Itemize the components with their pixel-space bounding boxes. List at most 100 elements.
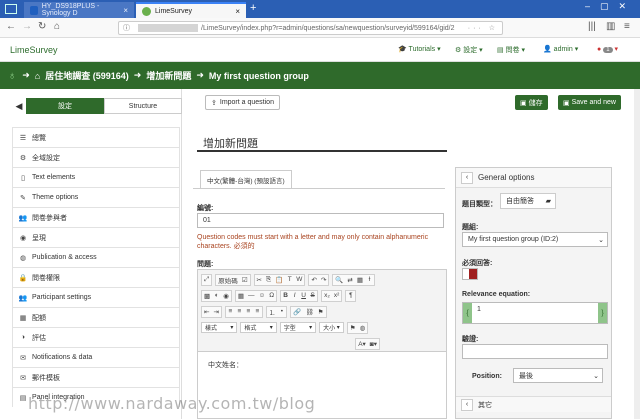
forward-icon[interactable]: → <box>22 21 32 32</box>
media-icon[interactable]: ◉ <box>221 292 231 300</box>
sidebar-item[interactable]: ✉ Notifications & data <box>12 347 180 367</box>
address-bar[interactable]: ⓘ /LimeSurvey/index.php?r=admin/question… <box>118 21 503 35</box>
menu-icon[interactable]: ≡ <box>624 21 630 32</box>
table-icon[interactable]: ▦ <box>236 292 246 300</box>
size-select[interactable]: 大小 ▾ <box>319 322 344 333</box>
text-color-icon[interactable]: A▾ <box>356 340 368 348</box>
back-icon[interactable]: ← <box>6 21 16 32</box>
image-icon[interactable]: ▩ <box>202 292 212 300</box>
home-icon[interactable]: ⌂ <box>35 71 40 81</box>
sidebar-item[interactable]: ◍ Publication & access <box>12 247 180 267</box>
user-menu[interactable]: 👤 admin ▾ <box>543 45 578 53</box>
reload-icon[interactable]: ↻ <box>38 21 46 32</box>
tab-settings[interactable]: 設定 <box>26 98 104 114</box>
other-section-header[interactable]: ‹ 其它 <box>456 396 611 412</box>
flash-icon[interactable]: ◐ <box>212 292 221 299</box>
outdent-icon[interactable]: ⇤ <box>202 308 211 316</box>
align-right-icon[interactable]: ≡ <box>244 308 253 315</box>
close-icon[interactable]: × <box>235 7 240 16</box>
cut-icon[interactable]: ✂ <box>255 276 264 284</box>
find-icon[interactable]: 🔍 <box>333 276 345 284</box>
question-type-button[interactable]: 自由簡答 ▰ <box>500 193 556 209</box>
bg-color-icon[interactable]: ◙▾ <box>368 340 379 348</box>
sidebar-icon[interactable]: ▥ <box>606 21 615 32</box>
strike-icon[interactable]: S <box>308 292 317 299</box>
select-all-icon[interactable]: ▦ <box>355 276 365 284</box>
expression-icon[interactable]: ◍ <box>358 324 368 332</box>
styles-select[interactable]: 樣式 ▾ <box>201 322 238 333</box>
check-icon[interactable]: ☑ <box>240 276 250 284</box>
paste-word-icon[interactable]: W <box>294 276 304 283</box>
link-icon[interactable]: 🔗 <box>291 308 303 316</box>
breadcrumb-survey[interactable]: 居住地調查 (599164) <box>45 69 129 82</box>
source-button[interactable]: 原始碼 <box>216 275 240 285</box>
sidebar-item[interactable]: ⚙ 全域設定 <box>12 147 180 167</box>
collapse-left-icon[interactable]: ◀ <box>12 98 26 114</box>
anchor-icon[interactable]: ⚑ <box>316 308 326 316</box>
page-actions-icon[interactable]: ··· ☆ <box>468 24 502 32</box>
library-icon[interactable]: ||| <box>588 21 596 32</box>
tab-structure[interactable]: Structure <box>104 98 182 114</box>
breadcrumb-group[interactable]: My first question group <box>209 71 309 81</box>
format-select[interactable]: 格式 ▾ <box>240 322 277 333</box>
sidebar-item[interactable]: ✎ Theme options <box>12 187 180 207</box>
validation-input[interactable] <box>462 344 608 359</box>
sidebar-item[interactable]: 👥 Participant settings <box>12 287 180 307</box>
notifications-button[interactable]: ● 1 ▾ <box>597 45 618 53</box>
browser-tab-limesurvey[interactable]: LimeSurvey × <box>136 2 246 18</box>
sidebar-item[interactable]: ▦ 配額 <box>12 307 180 327</box>
browser-tab-synology[interactable]: HY_DS918PLUS - Synology D × <box>24 2 134 18</box>
undo-icon[interactable]: ↶ <box>309 276 318 284</box>
sidebar-item[interactable]: ◉ 呈現 <box>12 227 180 247</box>
paste-icon[interactable]: 📋 <box>273 276 285 284</box>
align-center-icon[interactable]: ≡ <box>235 308 244 315</box>
group-select[interactable]: My first question group (ID:2) ⌄ <box>462 232 608 247</box>
settings-menu[interactable]: ⚙ 設定 ▾ <box>455 45 483 55</box>
home-icon[interactable]: ⌂ <box>54 21 60 32</box>
mandatory-toggle[interactable] <box>462 268 478 280</box>
position-select[interactable]: 最後 ⌄ <box>513 368 603 383</box>
sidebar-item[interactable]: ◑ 評估 <box>12 327 180 347</box>
hr-icon[interactable]: ― <box>246 292 257 299</box>
relevance-equation-field[interactable]: { 1 } <box>462 302 608 324</box>
justify-icon[interactable]: ≡ <box>253 308 262 315</box>
tutorials-menu[interactable]: 🎓 Tutorials ▾ <box>398 45 441 53</box>
underline-icon[interactable]: U <box>299 292 308 299</box>
superscript-icon[interactable]: x² <box>332 292 341 299</box>
maximize-icon[interactable]: ⤢ <box>202 276 211 284</box>
editor-body[interactable]: 中文姓名： <box>198 352 446 378</box>
replace-icon[interactable]: ⇄ <box>345 276 354 284</box>
unlink-icon[interactable]: ⛓ <box>304 308 316 316</box>
brand-logo[interactable]: LimeSurvey <box>10 45 58 55</box>
tab-language[interactable]: 中文(繁體-台灣) (預設語言) <box>200 170 292 188</box>
bullet-list-icon[interactable]: • <box>277 308 286 315</box>
flag-icon[interactable]: ⚑ <box>348 324 358 332</box>
remove-format-icon[interactable]: Ɨ <box>365 276 374 283</box>
scrollbar[interactable] <box>634 89 640 419</box>
paste-text-icon[interactable]: T <box>285 276 294 283</box>
chevron-left-icon[interactable]: ‹ <box>461 171 473 184</box>
save-and-new-button[interactable]: ▣ Save and new <box>558 95 621 110</box>
font-select[interactable]: 字型 ▾ <box>279 322 317 333</box>
sidebar-item[interactable]: ☰ 總覽 <box>12 127 180 147</box>
indent-icon[interactable]: ⇥ <box>211 308 220 316</box>
new-tab-icon[interactable]: + <box>250 2 256 14</box>
italic-icon[interactable]: I <box>290 292 299 299</box>
paragraph-icon[interactable]: ¶ <box>346 292 355 299</box>
save-button[interactable]: ▣ 儲存 <box>515 95 548 110</box>
close-icon[interactable]: × <box>123 6 128 15</box>
redo-icon[interactable]: ↷ <box>319 276 328 284</box>
question-code-input[interactable]: 01 <box>197 213 444 228</box>
special-char-icon[interactable]: Ω <box>267 292 276 299</box>
bold-icon[interactable]: B <box>281 292 290 299</box>
numbered-list-icon[interactable]: ⒈ <box>267 307 278 317</box>
subscript-icon[interactable]: x₂ <box>322 292 332 299</box>
window-controls[interactable]: –▢✕ <box>585 1 636 12</box>
copy-icon[interactable]: ⎘ <box>264 276 273 284</box>
sidebar-item[interactable]: 🔒 問卷權限 <box>12 267 180 287</box>
sidebar-item[interactable]: ✉ 郵件模板 <box>12 367 180 387</box>
surveys-menu[interactable]: ▤ 問卷 ▾ <box>497 45 525 55</box>
sidebar-item[interactable]: ▯ Text elements <box>12 167 180 187</box>
sidebar-item[interactable]: 👥 問卷參與者 <box>12 207 180 227</box>
breadcrumb-add-question[interactable]: 增加新問題 <box>146 69 191 82</box>
